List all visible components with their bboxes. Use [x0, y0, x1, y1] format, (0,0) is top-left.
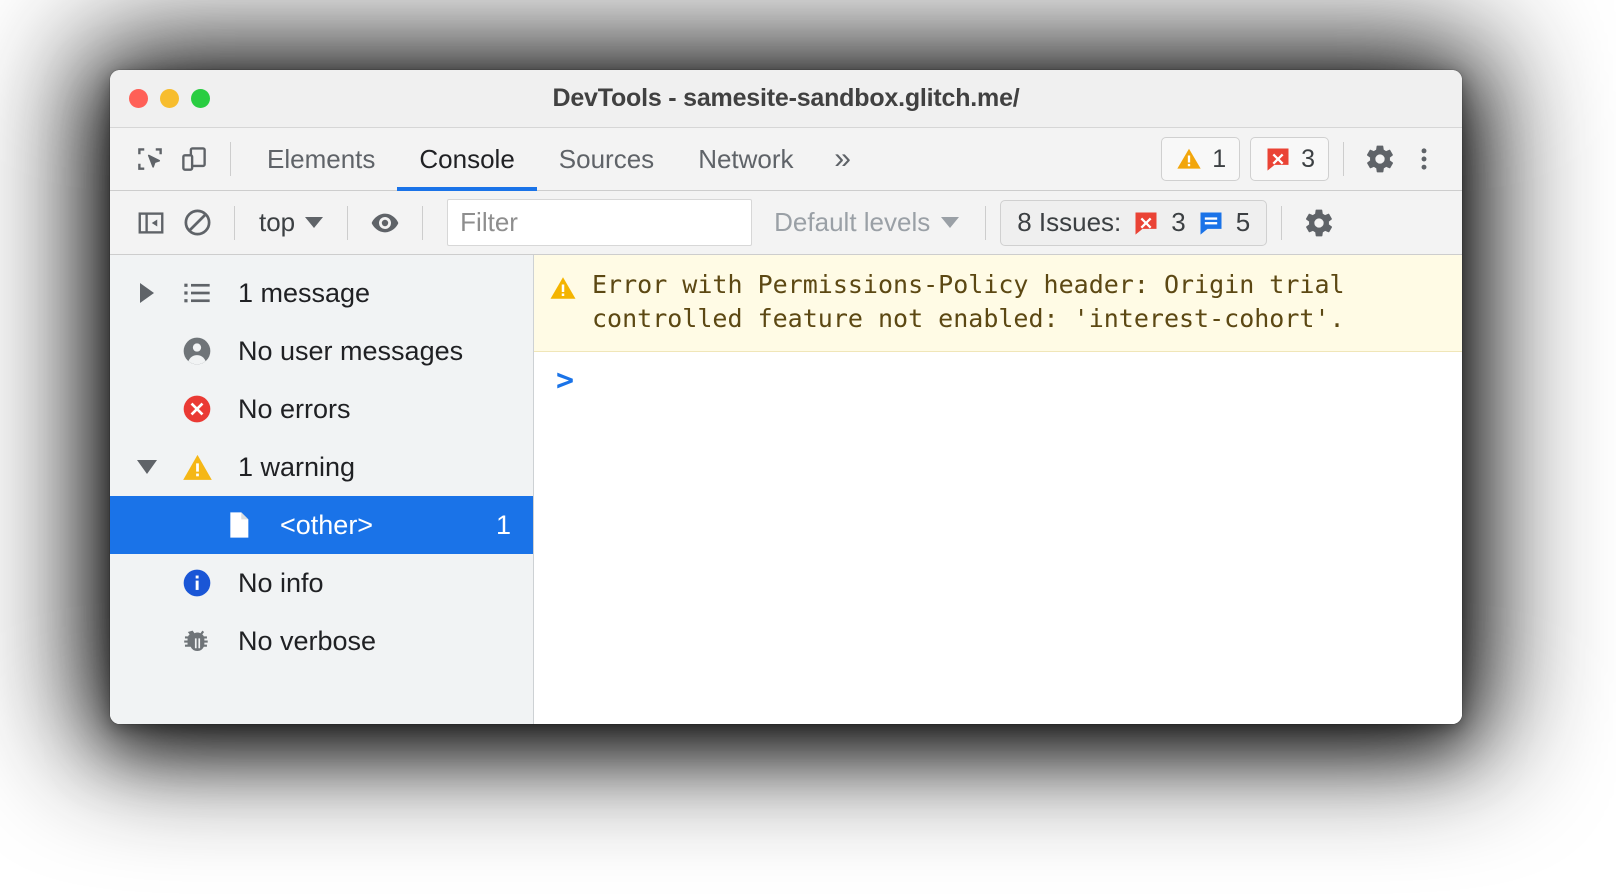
- title-bar: DevTools - samesite-sandbox.glitch.me/: [110, 70, 1462, 128]
- more-tabs-chevron-icon[interactable]: »: [816, 128, 870, 191]
- tab-network[interactable]: Network: [676, 128, 815, 191]
- console-settings-gear-icon[interactable]: [1296, 200, 1342, 246]
- panel-tabs: Elements Console Sources Network »: [245, 128, 870, 191]
- tab-elements[interactable]: Elements: [245, 128, 397, 191]
- devtools-main-toolbar: Elements Console Sources Network » 1 3: [110, 128, 1462, 191]
- user-icon: [174, 335, 220, 367]
- tab-network-label: Network: [698, 143, 794, 174]
- tab-console-label: Console: [419, 143, 515, 174]
- tab-console[interactable]: Console: [397, 128, 538, 191]
- close-window-button[interactable]: [129, 89, 148, 108]
- window-controls: [129, 89, 210, 108]
- collapse-triangle-icon[interactable]: [130, 460, 164, 474]
- sidebar-item-warnings[interactable]: 1 warning: [110, 438, 533, 496]
- tab-elements-label: Elements: [267, 143, 376, 174]
- maximize-window-button[interactable]: [191, 89, 210, 108]
- error-count-chip[interactable]: 3: [1250, 137, 1329, 181]
- warning-icon: [174, 451, 220, 484]
- console-prompt-row[interactable]: >: [534, 352, 1462, 396]
- console-sidebar-toggle-icon[interactable]: [128, 200, 174, 246]
- console-toolbar-divider-1: [234, 205, 235, 240]
- expand-triangle-icon[interactable]: [130, 283, 164, 303]
- toolbar-right-group: 1 3: [1151, 137, 1446, 181]
- clear-console-icon[interactable]: [174, 200, 220, 246]
- sidebar-item-info-label: No info: [238, 567, 324, 598]
- chevron-down-icon: [305, 217, 324, 228]
- console-output-pane: Error with Permissions-Policy header: Or…: [534, 255, 1462, 724]
- info-icon: [174, 567, 220, 599]
- console-message-text: Error with Permissions-Policy header: Or…: [592, 270, 1345, 333]
- inspect-element-icon[interactable]: [128, 137, 172, 181]
- console-filter-toolbar: top Filter Default levels 8 Issues: 3 5: [110, 191, 1462, 255]
- error-bubble-icon: [1267, 148, 1289, 171]
- console-body: 1 message No user messages No errors 1 w…: [110, 255, 1462, 724]
- console-toolbar-divider-5: [1281, 205, 1283, 240]
- sidebar-item-user-messages-label: No user messages: [238, 335, 464, 366]
- window-title: DevTools - samesite-sandbox.glitch.me/: [552, 84, 1020, 112]
- log-levels-select[interactable]: Default levels: [762, 200, 971, 246]
- file-icon: [216, 509, 262, 541]
- tab-sources-label: Sources: [558, 143, 655, 174]
- gear-icon[interactable]: [1358, 137, 1402, 181]
- toolbar-divider: [230, 142, 231, 176]
- warning-count-chip[interactable]: 1: [1161, 137, 1241, 181]
- sidebar-item-other-label: <other>: [280, 509, 374, 540]
- sidebar-item-user-messages[interactable]: No user messages: [110, 322, 533, 380]
- issues-info-count: 5: [1235, 207, 1251, 237]
- console-toolbar-divider-3: [422, 205, 424, 240]
- sidebar-item-messages[interactable]: 1 message: [110, 264, 533, 322]
- sidebar-item-other-count: 1: [495, 509, 511, 540]
- live-expression-eye-icon[interactable]: [362, 200, 408, 246]
- execution-context-value: top: [259, 207, 296, 237]
- message-warning-icon: [548, 273, 582, 336]
- error-count-value: 3: [1301, 144, 1315, 173]
- error-icon: [174, 393, 220, 425]
- tab-sources[interactable]: Sources: [537, 128, 676, 191]
- sidebar-item-errors-label: No errors: [238, 393, 351, 424]
- verbose-bug-icon: [174, 626, 220, 657]
- issue-error-bubble-icon: [1135, 212, 1157, 235]
- log-levels-value: Default levels: [774, 207, 931, 237]
- console-sidebar: 1 message No user messages No errors 1 w…: [110, 255, 534, 724]
- console-prompt-arrow-icon: >: [556, 363, 575, 398]
- sidebar-item-other[interactable]: <other> 1: [110, 496, 533, 554]
- toolbar-divider-2: [1343, 142, 1344, 176]
- warning-triangle-icon: [1177, 148, 1201, 169]
- issues-summary-chip[interactable]: 8 Issues: 3 5: [1000, 199, 1268, 246]
- screenshot-root: DevTools - samesite-sandbox.glitch.me/ E…: [0, 0, 1616, 894]
- console-toolbar-divider-4: [985, 205, 987, 240]
- sidebar-item-messages-label: 1 message: [238, 277, 371, 308]
- sidebar-item-info[interactable]: No info: [110, 554, 533, 612]
- issue-info-bubble-icon: [1200, 212, 1222, 235]
- filter-input[interactable]: Filter: [447, 199, 753, 246]
- chevron-down-icon-levels: [941, 217, 960, 228]
- execution-context-select[interactable]: top: [249, 200, 333, 246]
- console-message-warning[interactable]: Error with Permissions-Policy header: Or…: [534, 255, 1462, 352]
- device-toolbar-icon[interactable]: [172, 137, 216, 181]
- more-options-kebab-icon[interactable]: [1402, 137, 1446, 181]
- sidebar-item-warnings-label: 1 warning: [238, 451, 356, 482]
- sidebar-item-verbose[interactable]: No verbose: [110, 612, 533, 670]
- devtools-window: DevTools - samesite-sandbox.glitch.me/ E…: [110, 70, 1462, 724]
- filter-placeholder: Filter: [460, 207, 518, 237]
- console-toolbar-divider-2: [347, 205, 349, 240]
- issues-prefix-label: 8 Issues:: [1017, 207, 1122, 237]
- minimize-window-button[interactable]: [160, 89, 179, 108]
- sidebar-item-verbose-label: No verbose: [238, 625, 377, 656]
- sidebar-item-errors[interactable]: No errors: [110, 380, 533, 438]
- warning-count-value: 1: [1212, 144, 1227, 173]
- list-icon: [174, 277, 220, 309]
- issues-error-count: 3: [1171, 207, 1186, 237]
